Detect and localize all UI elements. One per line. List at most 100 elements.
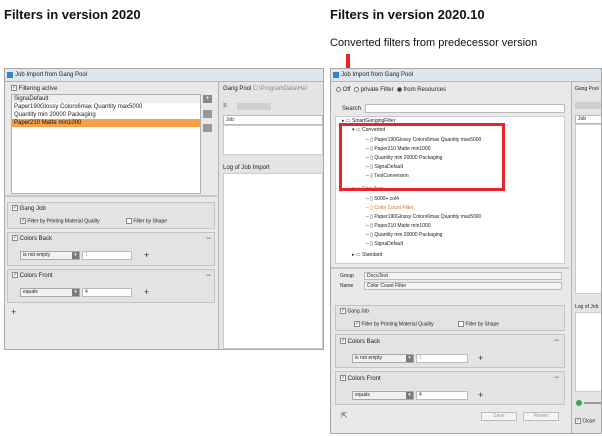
splitter[interactable] [5,195,217,197]
filtering-active-checkbox[interactable]: ✓ Filtering active [11,85,57,93]
remove-colors-back-button[interactable]: − [206,234,211,243]
search-input[interactable] [365,104,565,113]
colors-front-section: ✓ Colors Front − equals ▾ 4 + [7,269,215,303]
filter-shape-checkbox[interactable]: Filter by Shape [126,218,167,225]
revert-button[interactable]: Revert [523,412,559,421]
tree-item[interactable]: – ▯ Quantity min 20000 Packaging [366,232,442,239]
colors-back-value-field[interactable]: 1 [82,251,132,260]
filter-item[interactable]: Quantity min 20000 Packaging [12,111,200,119]
add-condition-button[interactable]: + [144,288,149,297]
add-condition-button[interactable]: + [478,354,483,363]
tree-item-label: 5000+ col4 [374,196,399,202]
delete-filter-button[interactable] [203,110,212,118]
filter-material-checkbox[interactable]: ✓ Filter by Printing Material Quality [354,321,434,328]
gang-job-checkbox[interactable]: ✓ Gang Job [340,308,369,315]
left-window: Job Import from Gang Pool ✓ Filtering ac… [4,68,324,350]
name-field[interactable]: Color Count Filter [364,282,562,290]
colors-back-checkbox[interactable]: ✓ Colors Back [340,338,380,346]
colors-front-condition-dropdown[interactable]: equals ▾ [20,288,80,297]
checkbox-icon [458,321,464,327]
radio-private-label: private Filter [360,87,394,93]
export-icon[interactable]: ⇱ [341,411,348,420]
filtering-active-label: Filtering active [18,86,58,92]
colors-back-value-field[interactable]: 1 [416,354,468,363]
close-checkbox[interactable]: ✓ Close [575,418,595,425]
left-heading: Filters in version 2020 [4,7,141,22]
log-area [575,312,601,392]
file-icon: ▯ [370,205,373,211]
gang-job-checkbox[interactable]: ✓ Gang Job [12,205,46,213]
gang-job-label: Gang Job [19,206,46,212]
job-column-header[interactable]: Job [226,117,234,124]
colors-front-condition-dropdown[interactable]: equals ▾ [352,391,414,400]
sort-icon[interactable]: ≡ [223,102,227,110]
add-condition-button[interactable]: + [144,251,149,260]
tree-folder-standard[interactable]: ▸ ▭ Standard [352,252,382,259]
job-table[interactable] [223,125,323,155]
radio-icon [353,86,359,92]
splitter[interactable] [331,267,569,269]
name-label: Name [340,283,354,289]
filter-item[interactable]: SignaDefault [12,95,200,103]
filter-item[interactable]: Paper190Glossy Colors6max Quantity max50… [12,103,200,111]
annotation-highlight-box [339,123,505,191]
radio-off[interactable]: Off [336,86,351,93]
filter-source-radios: Off private Filter from Resources [336,86,446,94]
colors-front-checkbox[interactable]: ✓ Colors Front [12,272,53,280]
filter-material-label: Filter by Printing Material Quality [361,321,434,328]
checkbox-icon: ✓ [575,418,581,424]
tree-item[interactable]: – ▯ 5000+ col4 [366,196,399,203]
checkbox-icon: ✓ [12,235,18,242]
colors-front-checkbox[interactable]: ✓ Colors Front [340,375,381,383]
colors-front-label: Colors Front [347,376,381,382]
job-column-header[interactable]: Job [578,116,586,123]
tree-item-selected[interactable]: – ▯ Color Count Filter [366,205,414,212]
group-label: Group [340,273,354,279]
remove-colors-front-button[interactable]: − [554,373,559,382]
group-field[interactable]: DocuTest [364,272,562,280]
job-table[interactable] [575,124,601,294]
close-label: Close [582,418,596,425]
tree-item-label: Paper190Glossy Colors6max Quantity max50… [374,214,482,220]
colors-back-condition-dropdown[interactable]: is not empty ▾ [20,251,80,260]
left-title-bar: Job Import from Gang Pool [5,69,323,82]
progress-slider[interactable] [584,402,601,404]
colors-back-section: ✓ Colors Back − is not empty ▾ 1 + [335,334,565,368]
remove-colors-back-button[interactable]: − [554,336,559,345]
add-filter-button[interactable]: + [203,95,212,103]
sort-field[interactable] [237,103,271,110]
filter-shape-checkbox[interactable]: Filter by Shape [458,321,499,328]
tree-item[interactable]: – ▯ Paper190Glossy Colors6max Quantity m… [366,214,481,221]
file-icon: ▯ [370,241,373,247]
tree-item[interactable]: – ▯ Paper210 Matte min1000 [366,223,430,230]
remove-colors-front-button[interactable]: − [206,271,211,280]
checkbox-icon: ✓ [12,205,18,212]
colors-front-value-field[interactable]: 4 [416,391,468,400]
job-table-header: Job [223,115,323,125]
copy-filter-button[interactable] [203,124,212,132]
checkbox-icon: ✓ [340,308,346,314]
gang-pool-label: Gang Pool [223,86,252,92]
colors-back-section: ✓ Colors Back − is not empty ▾ 1 + [7,232,215,266]
filter-item-selected[interactable]: Paper210 Matte min1000 [12,119,200,127]
checkbox-icon: ✓ [340,375,346,382]
tree-item-label: Quantity min 20000 Packaging [374,232,443,238]
gang-pool-pane: Gang Pool C:\ProgramData\Hei ≡ Job Log o… [218,82,323,349]
tree-item-label: Color Count Filter [374,205,414,211]
filter-material-label: Filter by Printing Material Quality [27,218,100,225]
radio-resources[interactable]: from Resources [396,86,446,93]
sort-field[interactable] [575,102,601,109]
tree-item[interactable]: – ▯ SignaDefault [366,241,403,248]
colors-back-checkbox[interactable]: ✓ Colors Back [12,235,52,243]
add-criterion-button[interactable]: + [11,308,16,317]
add-condition-button[interactable]: + [478,391,483,400]
radio-private[interactable]: private Filter [353,86,394,93]
app-icon [333,72,339,78]
save-button[interactable]: Save [481,412,517,421]
file-icon: ▯ [370,232,373,238]
colors-back-condition-dropdown[interactable]: is not empty ▾ [352,354,414,363]
colors-front-value-field[interactable]: 4 [82,288,132,297]
right-window: Job Import from Gang Pool Off private Fi… [330,68,602,434]
filter-material-checkbox[interactable]: ✓ Filter by Printing Material Quality [20,218,100,225]
colors-front-label: Colors Front [19,273,53,279]
